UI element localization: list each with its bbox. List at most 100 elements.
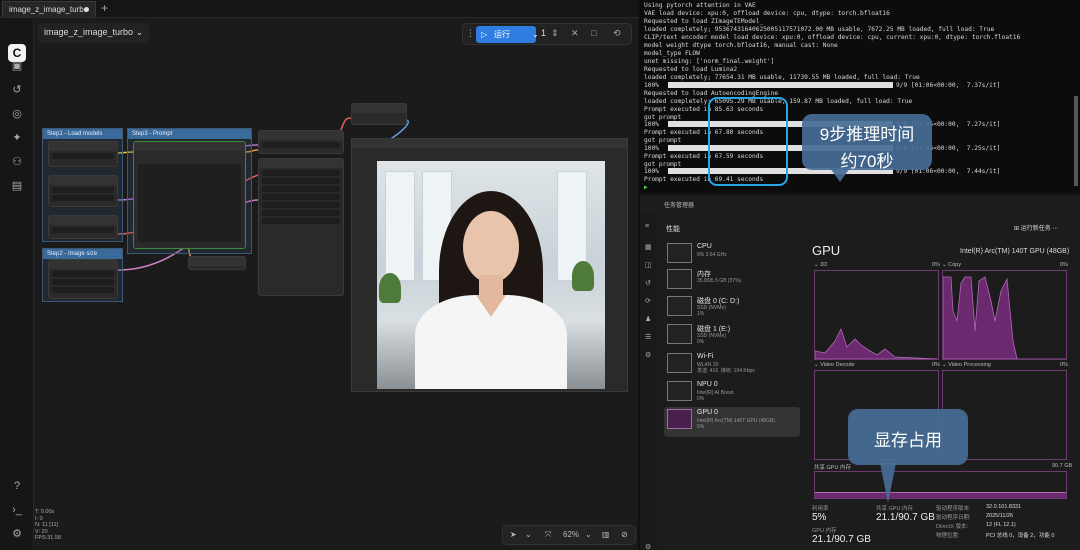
processes-icon[interactable]: ▦ — [645, 243, 652, 251]
shared-value: 21.1/90.7 GB — [876, 512, 935, 523]
annotation-callout: 9步推理时间 约70秒 — [802, 114, 932, 171]
graph-label-text: 3D — [820, 262, 828, 268]
graph-pct: 0% — [932, 362, 940, 368]
menu-icon[interactable]: ≡ — [645, 223, 649, 230]
graph-label-text: Copy — [948, 262, 961, 268]
node-field[interactable] — [52, 271, 114, 277]
chevron-down-icon[interactable]: ⌄ — [525, 530, 532, 539]
node-field[interactable] — [262, 202, 340, 208]
task-manager-window: 任务管理器 ≡ ▦ ◫ ↺ ⟳ ♟ ☰ ⚙ ⚙ 性能 ⊞ 运行新任务 ⋯ CPU… — [640, 195, 1080, 550]
device-sub: SSD (NVMe) 1% — [697, 305, 726, 317]
cursor-prompt: ▶ — [644, 184, 648, 191]
stat-line: N: 11 [11] — [35, 522, 59, 528]
device-disk0[interactable]: 磁盘 0 (C: D:) SSD (NVMe) 1% — [664, 294, 800, 324]
progress-pct: 100% — [644, 145, 659, 152]
terminal-scrollbar[interactable] — [1074, 96, 1078, 186]
log-line: CLIP/text encoder model load device: xpu… — [644, 34, 1021, 41]
device-name: NPU 0 — [697, 381, 718, 388]
node-field[interactable] — [52, 187, 114, 193]
chevron-down-icon[interactable]: ⌄ — [585, 530, 592, 539]
zoom-level[interactable]: 62% — [563, 530, 579, 539]
log-line: loaded completely; 953674316406250051175… — [644, 26, 995, 33]
graph-label: ⌄ 3D — [814, 262, 828, 268]
generated-image — [377, 161, 605, 389]
device-thumb — [667, 296, 692, 316]
settings-icon[interactable]: ⚙ — [645, 543, 651, 550]
node-field[interactable] — [52, 279, 114, 285]
annotation-text: 9步推理时间 — [819, 125, 915, 144]
device-thumb — [667, 381, 692, 401]
log-line: Using pytorch attention in VAE — [644, 2, 756, 9]
clip-loader-node[interactable] — [48, 175, 118, 207]
node-field[interactable] — [52, 287, 114, 293]
node-field[interactable] — [262, 170, 340, 176]
ksampler-node[interactable] — [258, 158, 344, 296]
app-history-icon[interactable]: ↺ — [645, 279, 651, 287]
device-thumb — [667, 409, 692, 429]
log-line: Requested to load Lumina2 — [644, 66, 738, 73]
driver-value: 2025/11/26 — [986, 513, 1014, 519]
negative-prompt-node[interactable] — [188, 256, 246, 270]
shared-mem-label: 共享 GPU 内存 — [814, 465, 851, 471]
empty-latent-node[interactable] — [48, 259, 118, 299]
vae-decode-node[interactable] — [351, 103, 407, 125]
driver-value: PCI 总线 0，设备 2，功能 0 — [986, 533, 1055, 539]
group-title: Step3 - Prompt — [128, 129, 251, 139]
minimap-icon[interactable]: ▥ — [602, 530, 610, 539]
window-pane — [385, 171, 415, 281]
util-label: 利用率 — [812, 506, 829, 512]
gpu-model: Intel(R) Arc(TM) 140T GPU (48GB) — [960, 248, 1070, 255]
services-icon[interactable]: ⚙ — [645, 351, 651, 359]
graph-label: ⌄ Video Decode — [814, 362, 855, 368]
progress-pct: 100% — [644, 121, 659, 128]
positive-prompt-node[interactable] — [133, 141, 246, 249]
device-wifi[interactable]: Wi-Fi WLAN 20 发送: 416 接收: 104 Kbps — [664, 351, 800, 381]
node-field[interactable] — [52, 153, 114, 159]
graph-pct: 0% — [1060, 262, 1068, 268]
device-sub: SSD (NVMe) 0% — [697, 333, 726, 345]
graph-label-text: Video Processing — [948, 362, 991, 368]
performance-icon[interactable]: ◫ — [645, 261, 652, 269]
graph-pct: 0% — [932, 262, 940, 268]
device-npu[interactable]: NPU 0 Intel(R) AI Boost 0% — [664, 379, 800, 409]
driver-key: 驱动程序版本: — [936, 506, 971, 512]
node-field[interactable] — [262, 218, 340, 224]
vae-loader-node[interactable] — [48, 215, 118, 239]
group-title: Step1 - Load models — [43, 129, 122, 139]
node-field[interactable] — [262, 194, 340, 200]
link-visibility-icon[interactable]: ⊘ — [621, 530, 628, 539]
fit-view-icon[interactable]: ⤧ — [545, 530, 551, 540]
driver-key: 驱动程序日期: — [936, 515, 971, 521]
canvas-toolbar: ➤ ⌄ ⤧ 62% ⌄ ▥ ⊘ — [502, 525, 636, 545]
node-field[interactable] — [262, 142, 340, 148]
node-field[interactable] — [52, 227, 114, 233]
prompt-textarea[interactable] — [138, 164, 241, 242]
select-cursor-icon[interactable]: ➤ — [510, 530, 517, 539]
log-line: got prompt — [644, 161, 682, 168]
users-icon[interactable]: ♟ — [645, 315, 651, 323]
node-header — [259, 131, 343, 140]
comfyui-window: image_z_image_turbo + C ▣ ↺ ◎ ✦ ⚇ ▤ ? ›_… — [0, 0, 638, 550]
device-memory[interactable]: 内存 35.8/95.5 GB (37%) — [664, 267, 800, 297]
model-sampling-node[interactable] — [258, 130, 344, 154]
device-gpu[interactable]: GPU 0 Intel(R) Arc(TM) 140T GPU (48GB) 5% — [664, 407, 800, 437]
save-image-node[interactable] — [351, 138, 628, 392]
node-field[interactable] — [262, 186, 340, 192]
task-manager-nav: ≡ ▦ ◫ ↺ ⟳ ♟ ☰ ⚙ ⚙ — [640, 213, 658, 550]
unet-loader-node[interactable] — [48, 141, 118, 167]
node-field[interactable] — [262, 178, 340, 184]
log-line: model weight dtype torch.bfloat16, manua… — [644, 42, 838, 49]
node-field[interactable] — [52, 195, 114, 201]
run-new-task-button[interactable]: ⊞ 运行新任务 ⋯ — [1014, 223, 1058, 232]
driver-key: DirectX 版本: — [936, 524, 969, 530]
log-line: got prompt — [644, 114, 682, 121]
progress-bar — [668, 82, 893, 88]
startup-icon[interactable]: ⟳ — [645, 297, 651, 305]
shared-memory-fill — [815, 492, 1066, 498]
gpu-title: GPU — [812, 243, 841, 258]
device-disk1[interactable]: 磁盘 1 (E:) SSD (NVMe) 0% — [664, 322, 800, 352]
progress-pct: 100% — [644, 168, 659, 175]
details-icon[interactable]: ☰ — [645, 333, 651, 341]
annotation-text: 显存占用 — [874, 431, 942, 450]
node-field[interactable] — [262, 210, 340, 216]
